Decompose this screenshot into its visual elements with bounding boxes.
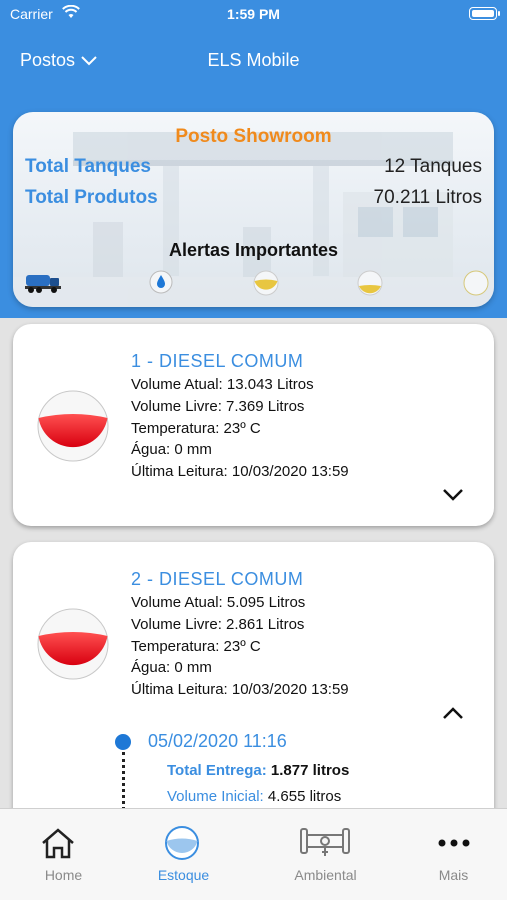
more-icon (438, 839, 470, 847)
tab-ambiental[interactable]: Ambiental (262, 809, 389, 889)
tab-estoque[interactable]: Estoque (120, 809, 247, 889)
tank-volume-current: Volume Atual: 13.043 Litros (131, 376, 314, 393)
tank-card[interactable]: 2 - DIESEL COMUM Volume Atual: 5.095 Lit… (13, 542, 494, 808)
total-delivery-row: Total Entrega: 1.877 litros (167, 762, 349, 779)
expand-chevron-down-icon[interactable] (442, 488, 464, 502)
timeline-dot (115, 734, 131, 750)
alert-icons-row (25, 270, 489, 298)
tank-level-gauge (37, 390, 109, 462)
tank-volume-current: Volume Atual: 5.095 Litros (131, 594, 306, 611)
tank-temperature: Temperatura: 23º C (131, 638, 261, 655)
status-bar: Carrier 1:59 PM (0, 0, 507, 28)
total-products-value: 70.211 Litros (373, 187, 482, 208)
total-products-label: Total Produtos (25, 187, 158, 208)
tank-last-reading: Última Leitura: 10/03/2020 13:59 (131, 463, 349, 480)
total-products-row: Total Produtos 70.211 Litros (25, 187, 482, 209)
station-summary-card: Posto Showroom Total Tanques 12 Tanques … (13, 112, 494, 307)
tank-volume-free: Volume Livre: 2.861 Litros (131, 616, 305, 633)
tank-last-reading: Última Leitura: 10/03/2020 13:59 (131, 681, 349, 698)
initial-volume-label: Volume Inicial: (167, 788, 264, 805)
tab-estoque-label: Estoque (157, 867, 210, 883)
tank-water: Água: 0 mm (131, 659, 212, 676)
battery-icon (469, 7, 500, 20)
collapse-chevron-up-icon[interactable] (442, 706, 464, 720)
total-delivery-value: 1.877 litros (270, 762, 350, 779)
water-drop-icon[interactable] (149, 270, 173, 294)
tab-mais[interactable]: Mais (390, 809, 507, 889)
station-name: Posto Showroom (175, 126, 332, 147)
truck-icon[interactable] (25, 272, 61, 294)
chevron-down-icon (81, 55, 97, 65)
total-tanks-label: Total Tanques (25, 156, 151, 177)
tab-mais-label: Mais (438, 867, 469, 883)
tank-empty-icon[interactable] (463, 270, 489, 296)
tank-yellow-icon[interactable] (253, 270, 279, 296)
tank-level-gauge (37, 608, 109, 680)
tank-temperature: Temperatura: 23º C (131, 420, 261, 437)
tab-home[interactable]: Home (0, 809, 127, 889)
total-tanks-value: 12 Tanques (384, 156, 482, 177)
pipe-sensor-icon (300, 828, 350, 856)
tank-list[interactable]: 1 - DIESEL COMUM Volume Atual: 13.043 Li… (0, 318, 507, 808)
status-time: 1:59 PM (227, 6, 280, 22)
tank-title: 1 - DIESEL COMUM (131, 351, 304, 371)
tank-volume-free: Volume Livre: 7.369 Litros (131, 398, 305, 415)
postos-dropdown[interactable]: Postos (20, 50, 97, 71)
top-bar: Carrier 1:59 PM Postos ELS Mobile (0, 0, 507, 96)
tab-bar: Home Estoque Ambiental Mais (0, 808, 507, 900)
total-delivery-label: Total Entrega: (167, 762, 267, 779)
postos-label: Postos (20, 50, 76, 70)
tab-ambiental-label: Ambiental (294, 867, 357, 883)
alerts-heading: Alertas Importantes (168, 240, 339, 260)
tank-title: 2 - DIESEL COMUM (131, 569, 304, 589)
timeline-line (122, 752, 125, 808)
home-icon (42, 828, 74, 859)
delivery-date: 05/02/2020 11:16 (148, 731, 287, 751)
initial-volume-value: 4.655 litros (267, 788, 342, 805)
tank-water: Água: 0 mm (131, 441, 212, 458)
tank-card[interactable]: 1 - DIESEL COMUM Volume Atual: 13.043 Li… (13, 324, 494, 526)
tab-home-label: Home (44, 867, 83, 883)
initial-volume-row: Volume Inicial: 4.655 litros (167, 788, 341, 805)
total-tanks-row: Total Tanques 12 Tanques (25, 156, 482, 178)
tank-gauge-icon (165, 826, 199, 860)
tank-low-icon[interactable] (357, 270, 383, 296)
